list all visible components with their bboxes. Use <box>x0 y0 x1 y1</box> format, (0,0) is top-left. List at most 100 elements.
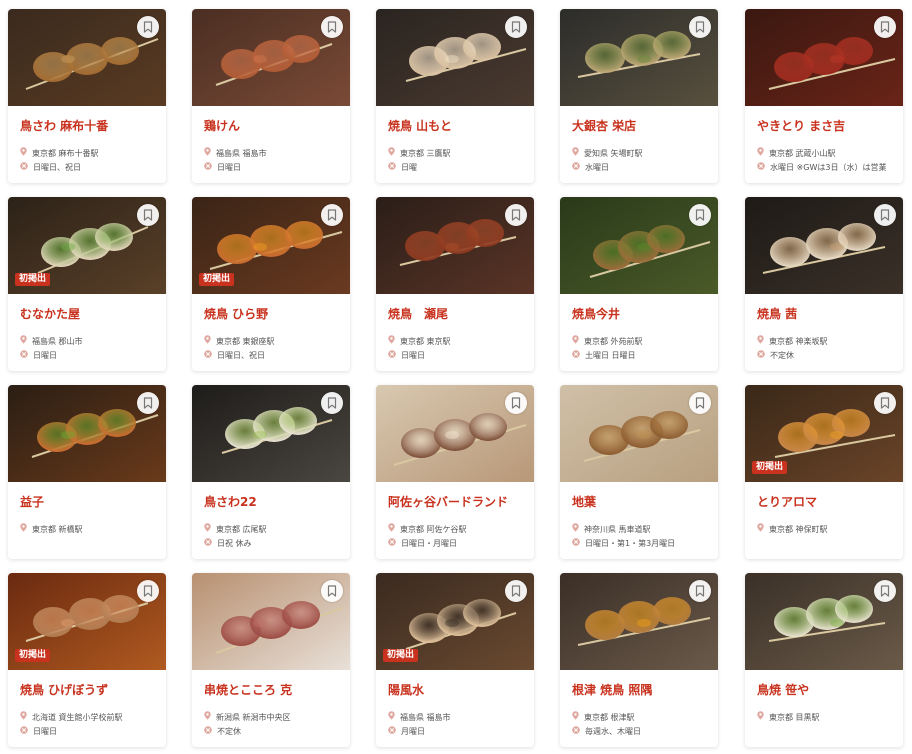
holiday-text: 日曜日 <box>217 163 241 172</box>
restaurant-name[interactable]: 根津 焼鳥 照隅 <box>572 683 712 698</box>
bookmark-icon[interactable] <box>321 16 343 38</box>
bookmark-icon[interactable] <box>505 16 527 38</box>
restaurant-name[interactable]: 地葉 <box>572 495 712 510</box>
restaurant-holiday: 日曜日 <box>204 162 346 173</box>
restaurant-card[interactable]: 初掲出 陽風水 福島県 福島市 月曜日 <box>376 573 534 747</box>
location-pin-icon <box>572 523 579 535</box>
restaurant-name[interactable]: 串焼とこころ 克 <box>204 683 344 698</box>
restaurant-name[interactable]: 鳥さわ 麻布十番 <box>20 119 160 134</box>
restaurant-name[interactable]: 陽風水 <box>388 683 528 698</box>
restaurant-name[interactable]: 鳥さわ22 <box>204 495 344 510</box>
holiday-text: 不定休 <box>770 351 794 360</box>
restaurant-name[interactable]: 焼鳥 茜 <box>757 307 897 322</box>
restaurant-card[interactable]: 初掲出 焼鳥 ひら野 東京都 東銀座駅 日曜日、祝日 <box>192 197 350 371</box>
restaurant-holiday: 不定休 <box>204 726 346 737</box>
restaurant-name[interactable]: とりアロマ <box>757 495 897 510</box>
bookmark-icon[interactable] <box>505 204 527 226</box>
calendar-closed-icon <box>204 726 212 737</box>
restaurant-card[interactable]: 鳥さわ 麻布十番 東京都 麻布十番駅 日曜日、祝日 <box>8 9 166 183</box>
restaurant-name[interactable]: 鶏けん <box>204 119 344 134</box>
bookmark-icon[interactable] <box>874 392 896 414</box>
restaurant-holiday: 不定休 <box>757 350 899 361</box>
bookmark-icon[interactable] <box>137 580 159 602</box>
restaurant-name[interactable]: 焼鳥 ひげぼうず <box>20 683 160 698</box>
restaurant-card[interactable]: 根津 焼鳥 照隅 東京都 根津駅 毎週水、木曜日 <box>560 573 718 747</box>
location-pin-icon <box>204 523 211 535</box>
calendar-closed-icon <box>572 726 580 737</box>
location-text: 愛知県 矢場町駅 <box>584 148 643 158</box>
restaurant-name[interactable]: 鳥焼 笹や <box>757 683 897 698</box>
restaurant-holiday: 水曜日 ※GWは3日（水）は営業 <box>757 162 899 173</box>
restaurant-holiday: 日祝 休み <box>204 538 346 549</box>
bookmark-icon[interactable] <box>874 204 896 226</box>
restaurant-name[interactable]: 焼鳥 瀬尾 <box>388 307 528 322</box>
bookmark-icon[interactable] <box>505 392 527 414</box>
location-pin-icon <box>757 711 764 723</box>
calendar-closed-icon <box>204 162 212 173</box>
restaurant-card[interactable]: 初掲出 むなかた屋 福島県 郡山市 日曜日 <box>8 197 166 371</box>
new-listing-badge: 初掲出 <box>15 273 51 286</box>
restaurant-card[interactable]: 地葉 神奈川県 馬車道駅 日曜日・第1・第3月曜日 <box>560 385 718 559</box>
location-pin-icon <box>20 147 27 159</box>
bookmark-icon[interactable] <box>321 204 343 226</box>
bookmark-icon[interactable] <box>689 204 711 226</box>
restaurant-location: 東京都 阿佐ケ谷駅 <box>388 523 530 535</box>
bookmark-icon[interactable] <box>137 392 159 414</box>
location-text: 福島県 福島市 <box>216 148 267 158</box>
restaurant-holiday: 日曜日 <box>388 350 530 361</box>
restaurant-card[interactable]: 初掲出 焼鳥 ひげぼうず 北海道 資生館小学校前駅 日曜日 <box>8 573 166 747</box>
calendar-closed-icon <box>388 538 396 549</box>
bookmark-icon[interactable] <box>874 16 896 38</box>
restaurant-card[interactable]: 益子 東京都 新橋駅 <box>8 385 166 559</box>
location-pin-icon <box>388 711 395 723</box>
restaurant-holiday: 日曜日 <box>20 350 162 361</box>
restaurant-holiday: 月曜日 <box>388 726 530 737</box>
restaurant-card[interactable]: 大銀杏 栄店 愛知県 矢場町駅 水曜日 <box>560 9 718 183</box>
restaurant-name[interactable]: 大銀杏 栄店 <box>572 119 712 134</box>
restaurant-location: 東京都 麻布十番駅 <box>20 147 162 159</box>
restaurant-name[interactable]: 焼鳥 ひら野 <box>204 307 344 322</box>
restaurant-card[interactable]: やきとり まさ吉 東京都 武蔵小山駅 水曜日 ※GWは3日（水）は営業 <box>745 9 903 183</box>
restaurant-card[interactable]: 焼鳥 茜 東京都 神楽坂駅 不定休 <box>745 197 903 371</box>
location-text: 東京都 三鷹駅 <box>400 148 451 158</box>
bookmark-icon[interactable] <box>505 580 527 602</box>
restaurant-card[interactable]: 鳥焼 笹や 東京都 目黒駅 <box>745 573 903 747</box>
bookmark-icon[interactable] <box>689 16 711 38</box>
restaurant-card[interactable]: 阿佐ヶ谷バードランド 東京都 阿佐ケ谷駅 日曜日・月曜日 <box>376 385 534 559</box>
calendar-closed-icon <box>388 350 396 361</box>
location-text: 東京都 目黒駅 <box>769 712 820 722</box>
restaurant-card[interactable]: 焼鳥今井 東京都 外苑前駅 土曜日 日曜日 <box>560 197 718 371</box>
calendar-closed-icon <box>572 538 580 549</box>
location-text: 東京都 根津駅 <box>584 712 635 722</box>
restaurant-location: 福島県 郡山市 <box>20 335 162 347</box>
holiday-text: 日曜日、祝日 <box>217 351 265 360</box>
restaurant-card[interactable]: 初掲出 とりアロマ 東京都 神保町駅 <box>745 385 903 559</box>
bookmark-icon[interactable] <box>321 392 343 414</box>
restaurant-card[interactable]: 鶏けん 福島県 福島市 日曜日 <box>192 9 350 183</box>
restaurant-name[interactable]: 益子 <box>20 495 160 510</box>
holiday-text: 日曜 <box>401 163 417 172</box>
bookmark-icon[interactable] <box>137 16 159 38</box>
restaurant-name[interactable]: 焼鳥今井 <box>572 307 712 322</box>
restaurant-name[interactable]: むなかた屋 <box>20 307 160 322</box>
restaurant-card[interactable]: 焼鳥 山もと 東京都 三鷹駅 日曜 <box>376 9 534 183</box>
holiday-text: 日曜日・第1・第3月曜日 <box>585 539 676 548</box>
restaurant-name[interactable]: 焼鳥 山もと <box>388 119 528 134</box>
calendar-closed-icon <box>388 162 396 173</box>
restaurant-name[interactable]: やきとり まさ吉 <box>757 119 897 134</box>
bookmark-icon[interactable] <box>874 580 896 602</box>
bookmark-icon[interactable] <box>321 580 343 602</box>
restaurant-holiday: 水曜日 <box>572 162 714 173</box>
calendar-closed-icon <box>388 726 396 737</box>
restaurant-card[interactable]: 串焼とこころ 克 新潟県 新潟市中央区 不定休 <box>192 573 350 747</box>
calendar-closed-icon <box>204 350 212 361</box>
restaurant-card[interactable]: 焼鳥 瀬尾 東京都 東京駅 日曜日 <box>376 197 534 371</box>
bookmark-icon[interactable] <box>137 204 159 226</box>
restaurant-card[interactable]: 鳥さわ22 東京都 広尾駅 日祝 休み <box>192 385 350 559</box>
restaurant-name[interactable]: 阿佐ヶ谷バードランド <box>388 495 528 510</box>
bookmark-icon[interactable] <box>689 392 711 414</box>
bookmark-icon[interactable] <box>689 580 711 602</box>
restaurant-location: 東京都 神保町駅 <box>757 523 899 535</box>
calendar-closed-icon <box>20 726 28 737</box>
location-pin-icon <box>204 147 211 159</box>
